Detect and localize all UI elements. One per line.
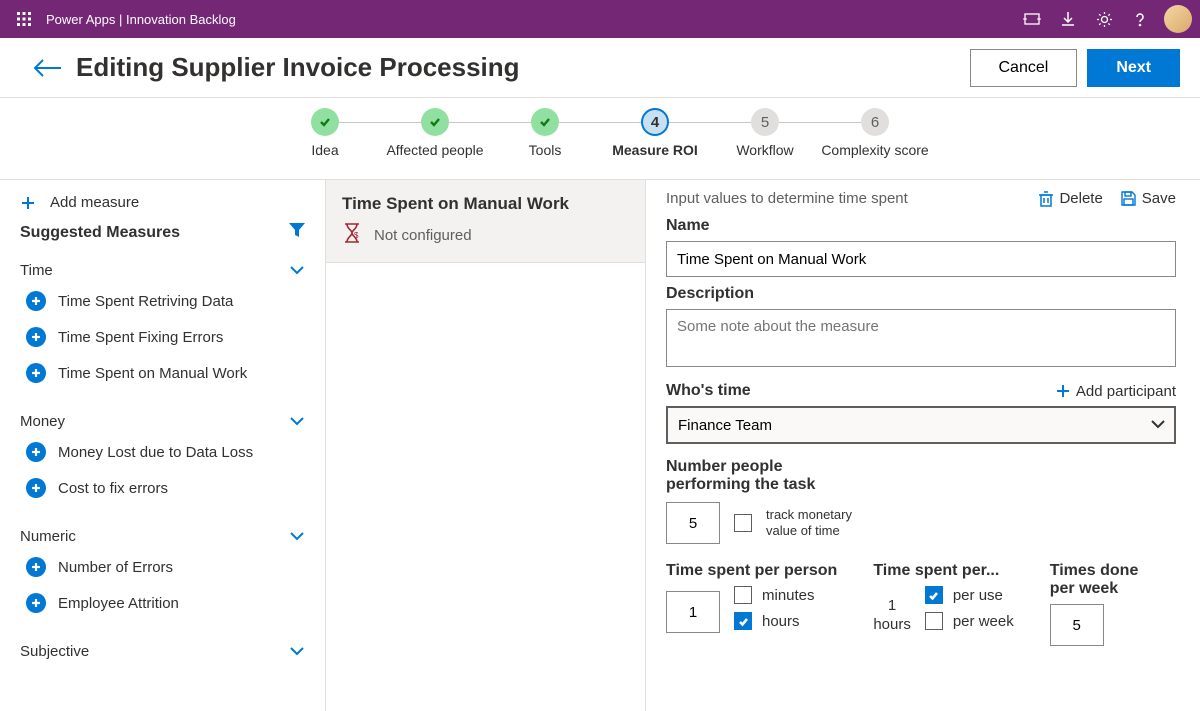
chevron-down-icon (289, 262, 305, 279)
step-idea[interactable]: Idea (270, 108, 380, 159)
save-button[interactable]: Save (1121, 190, 1176, 207)
per-use-checkbox[interactable] (925, 586, 943, 604)
step-affected-people[interactable]: Affected people (380, 108, 490, 159)
track-monetary-checkbox[interactable] (734, 514, 752, 532)
per-week-checkbox[interactable] (925, 612, 943, 630)
group-time[interactable]: Time (0, 252, 325, 283)
stepper: Idea Affected people Tools 4 Measure ROI… (0, 98, 1200, 180)
suggest-item[interactable]: Employee Attrition (0, 585, 325, 621)
name-label: Name (666, 217, 1176, 235)
group-numeric[interactable]: Numeric (0, 518, 325, 549)
suggest-item[interactable]: Money Lost due to Data Loss (0, 434, 325, 470)
cancel-button[interactable]: Cancel (970, 49, 1078, 87)
suggest-item[interactable]: Number of Errors (0, 549, 325, 585)
suggest-item[interactable]: Time Spent on Manual Work (0, 355, 325, 391)
delete-button[interactable]: Delete (1039, 190, 1102, 207)
add-icon (26, 327, 46, 347)
save-icon (1121, 191, 1136, 206)
step-complexity-score[interactable]: 6 Complexity score (820, 108, 930, 159)
step-workflow[interactable]: 5 Workflow (710, 108, 820, 159)
form-hint: Input values to determine time spent (666, 190, 908, 207)
time-spent-per-label: Time spent per... (873, 562, 1013, 580)
times-done-label: Times done per week (1050, 562, 1160, 598)
time-spent-per-static: 1hours (873, 596, 911, 635)
suggest-item[interactable]: Time Spent Retriving Data (0, 283, 325, 319)
minutes-checkbox[interactable] (734, 586, 752, 604)
description-input[interactable] (666, 309, 1176, 367)
fit-icon[interactable] (1014, 0, 1050, 38)
add-icon (26, 557, 46, 577)
hours-checkbox[interactable] (734, 612, 752, 630)
title-bar: Editing Supplier Invoice Processing Canc… (0, 38, 1200, 98)
add-participant-button[interactable]: Add participant (1056, 383, 1176, 400)
left-pane: Add measure Suggested Measures Time Time… (0, 180, 326, 711)
step-measure-roi[interactable]: 4 Measure ROI (600, 108, 710, 159)
add-icon (26, 442, 46, 462)
track-monetary-label: track monetary value of time (766, 507, 866, 538)
hourglass-icon: $ (342, 222, 362, 248)
avatar[interactable] (1164, 5, 1192, 33)
add-icon (26, 291, 46, 311)
help-icon[interactable] (1122, 0, 1158, 38)
next-button[interactable]: Next (1087, 49, 1180, 87)
time-spent-per-person-input[interactable] (666, 591, 720, 633)
times-done-input[interactable] (1050, 604, 1104, 646)
num-people-input[interactable] (666, 502, 720, 544)
measure-card-title: Time Spent on Manual Work (342, 194, 629, 214)
plus-icon (20, 195, 36, 211)
time-spent-per-person-label: Time spent per person (666, 562, 837, 580)
measure-card[interactable]: Time Spent on Manual Work $ Not configur… (326, 180, 645, 263)
back-arrow-icon[interactable] (28, 48, 68, 88)
step-tools[interactable]: Tools (490, 108, 600, 159)
trash-icon (1039, 191, 1053, 207)
add-icon (26, 478, 46, 498)
whos-time-label: Who's time (666, 382, 751, 400)
whos-time-select[interactable] (666, 406, 1176, 444)
chevron-down-icon (289, 528, 305, 545)
num-people-label: Number people performing the task (666, 458, 836, 494)
chevron-down-icon (289, 643, 305, 660)
middle-pane: Time Spent on Manual Work $ Not configur… (326, 180, 646, 711)
suggest-item[interactable]: Time Spent Fixing Errors (0, 319, 325, 355)
group-money[interactable]: Money (0, 403, 325, 434)
app-breadcrumb: Power Apps | Innovation Backlog (40, 12, 236, 27)
waffle-icon[interactable] (8, 12, 40, 26)
download-icon[interactable] (1050, 0, 1086, 38)
page-title: Editing Supplier Invoice Processing (76, 52, 520, 83)
description-label: Description (666, 285, 1176, 303)
plus-icon (1056, 384, 1070, 398)
add-icon (26, 363, 46, 383)
right-pane: Input values to determine time spent Del… (646, 180, 1200, 711)
add-icon (26, 593, 46, 613)
name-input[interactable] (666, 241, 1176, 277)
measure-card-status-label: Not configured (374, 227, 472, 244)
svg-text:$: $ (354, 231, 359, 240)
chevron-down-icon (289, 413, 305, 430)
suggest-item[interactable]: Cost to fix errors (0, 470, 325, 506)
app-header: Power Apps | Innovation Backlog (0, 0, 1200, 38)
group-subjective[interactable]: Subjective (0, 633, 325, 664)
filter-icon[interactable] (289, 223, 305, 242)
suggested-measures-label: Suggested Measures (20, 224, 180, 242)
add-measure-button[interactable]: Add measure (0, 188, 325, 217)
gear-icon[interactable] (1086, 0, 1122, 38)
